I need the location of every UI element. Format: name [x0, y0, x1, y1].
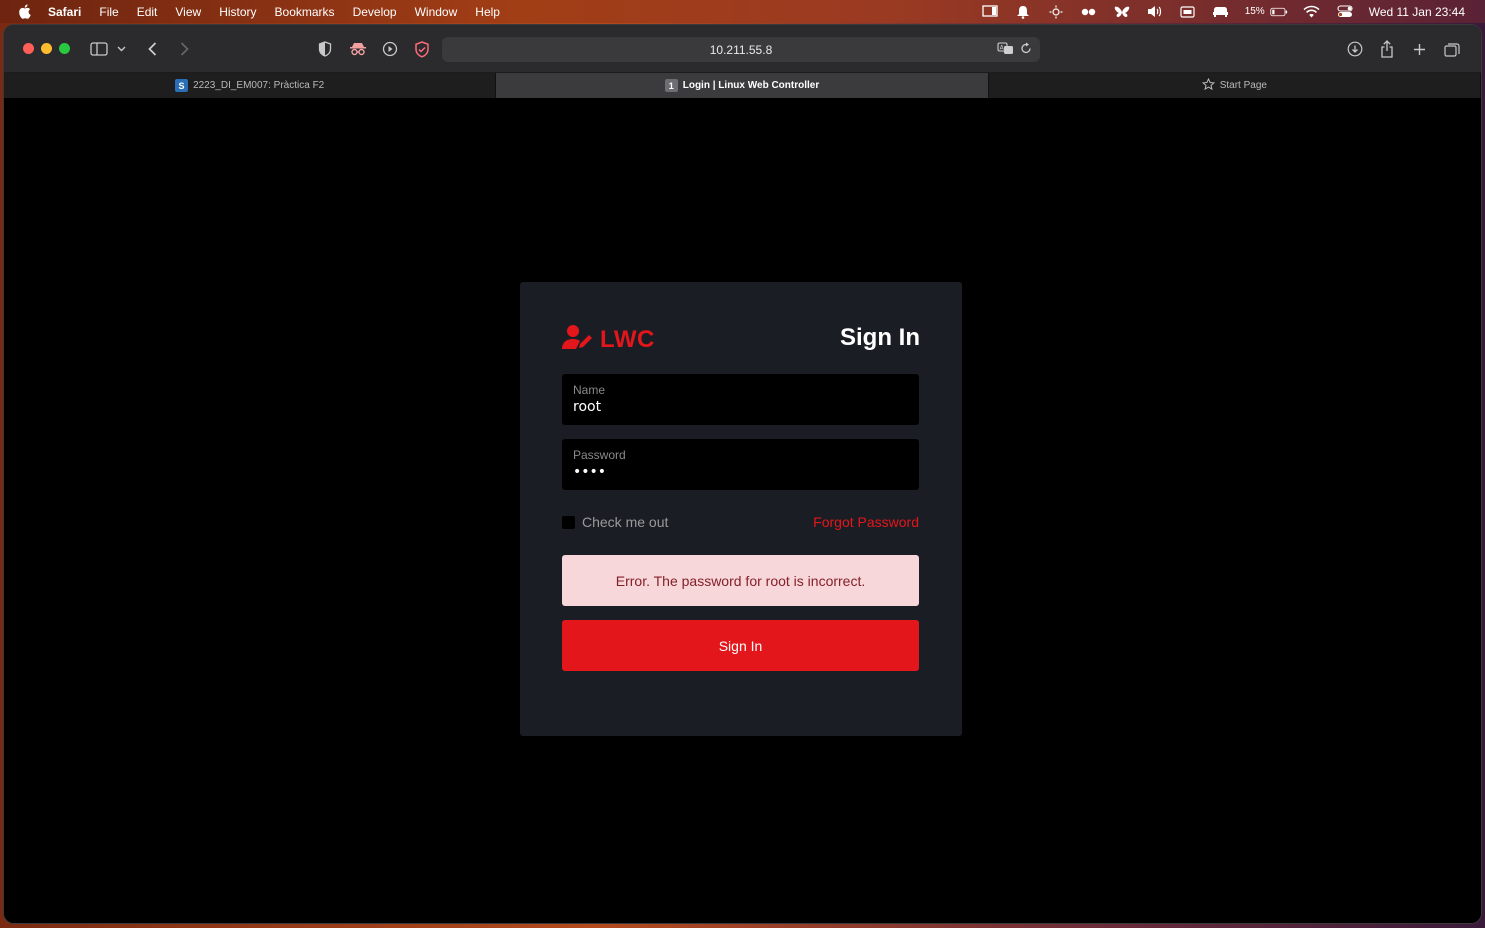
user-edit-icon: [562, 324, 594, 355]
menu-history[interactable]: History: [219, 5, 256, 19]
volume-icon[interactable]: [1146, 5, 1164, 19]
dots-icon[interactable]: [1080, 5, 1098, 19]
url-text[interactable]: 10.211.55.8: [710, 43, 773, 57]
tab-favicon: 1: [664, 79, 678, 92]
battery-icon[interactable]: [1270, 5, 1288, 19]
tab-label: 2223_DI_EM007: Pràctica F2: [193, 80, 325, 91]
new-tab-icon[interactable]: [1412, 39, 1426, 59]
menu-bar: Safari File Edit View History Bookmarks …: [0, 0, 1485, 23]
menu-window[interactable]: Window: [415, 5, 458, 19]
play-circle-icon[interactable]: [382, 39, 398, 59]
window-controls: [23, 43, 70, 54]
chevron-down-icon[interactable]: [116, 39, 126, 59]
options-row: Check me out Forgot Password: [562, 514, 919, 530]
name-label: Name: [573, 383, 606, 397]
brand: LWC: [562, 324, 655, 355]
butterfly-icon[interactable]: [1113, 5, 1131, 19]
wifi-icon[interactable]: [1303, 5, 1321, 19]
keyboard-icon[interactable]: [1179, 5, 1197, 19]
error-alert: Error. The password for root is incorrec…: [562, 555, 919, 606]
star-icon: [1201, 77, 1215, 94]
check-me-out[interactable]: Check me out: [562, 514, 668, 530]
translate-icon[interactable]: A: [997, 42, 1014, 58]
tab-label: Start Page: [1219, 80, 1267, 91]
browser-window: 10.211.55.8 A S 2223_DI_EM007: Pràctica …: [4, 25, 1481, 923]
menu-file[interactable]: File: [99, 5, 118, 19]
menu-view[interactable]: View: [175, 5, 201, 19]
tab-start-page[interactable]: Start Page: [989, 73, 1481, 98]
incognito-extension-icon[interactable]: [349, 39, 367, 59]
battery-percent: 15%: [1244, 6, 1265, 17]
tab-login-lwc[interactable]: 1 Login | Linux Web Controller: [496, 73, 989, 98]
page-content: LWC Sign In Name Password Check me out F…: [4, 98, 1481, 923]
menu-develop[interactable]: Develop: [353, 5, 397, 19]
adblock-shield-icon[interactable]: [414, 39, 430, 59]
tab-bar: S 2223_DI_EM007: Pràctica F2 1 Login | L…: [4, 73, 1481, 98]
password-field[interactable]: Password: [562, 439, 919, 490]
name-input[interactable]: [573, 399, 908, 415]
menu-help[interactable]: Help: [475, 5, 500, 19]
svg-text:A: A: [1000, 44, 1005, 51]
menubar-clock[interactable]: Wed 11 Jan 23:44: [1369, 5, 1465, 19]
page-title: Sign In: [840, 324, 920, 351]
apple-menu-icon[interactable]: [18, 4, 32, 19]
sidebar-toggle-icon[interactable]: [90, 39, 108, 59]
tab-practica[interactable]: S 2223_DI_EM007: Pràctica F2: [4, 73, 497, 98]
control-center-icon[interactable]: [1336, 5, 1354, 19]
tab-overview-icon[interactable]: [1444, 39, 1460, 59]
brightness-icon[interactable]: [1047, 5, 1065, 19]
name-field[interactable]: Name: [562, 374, 919, 425]
reload-icon[interactable]: [1020, 42, 1032, 58]
notification-icon[interactable]: [1014, 5, 1032, 19]
brand-name: LWC: [600, 325, 655, 353]
bed-icon[interactable]: [1212, 5, 1230, 19]
back-icon[interactable]: [146, 39, 158, 59]
checkbox[interactable]: [562, 515, 575, 529]
zoom-window-button[interactable]: [59, 43, 70, 54]
share-icon[interactable]: [1379, 39, 1395, 59]
password-input[interactable]: [573, 464, 908, 480]
menu-bookmarks[interactable]: Bookmarks: [275, 5, 335, 19]
minimize-window-button[interactable]: [41, 43, 52, 54]
browser-toolbar: 10.211.55.8 A: [4, 25, 1481, 73]
tab-favicon: S: [175, 79, 189, 92]
menu-edit[interactable]: Edit: [137, 5, 158, 19]
forgot-password-link[interactable]: Forgot Password: [813, 514, 919, 530]
download-icon[interactable]: [1346, 39, 1363, 59]
sign-in-button[interactable]: Sign In: [562, 620, 919, 671]
login-card: LWC Sign In Name Password Check me out F…: [520, 282, 962, 736]
menu-app-safari[interactable]: Safari: [48, 5, 81, 19]
privacy-shield-icon[interactable]: [317, 39, 333, 59]
password-label: Password: [573, 448, 626, 462]
tab-label: Login | Linux Web Controller: [682, 80, 820, 91]
address-bar[interactable]: 10.211.55.8 A: [442, 37, 1040, 62]
close-window-button[interactable]: [23, 43, 34, 54]
forward-icon[interactable]: [178, 39, 190, 59]
checkbox-label: Check me out: [582, 514, 669, 530]
display-icon[interactable]: [981, 5, 999, 19]
